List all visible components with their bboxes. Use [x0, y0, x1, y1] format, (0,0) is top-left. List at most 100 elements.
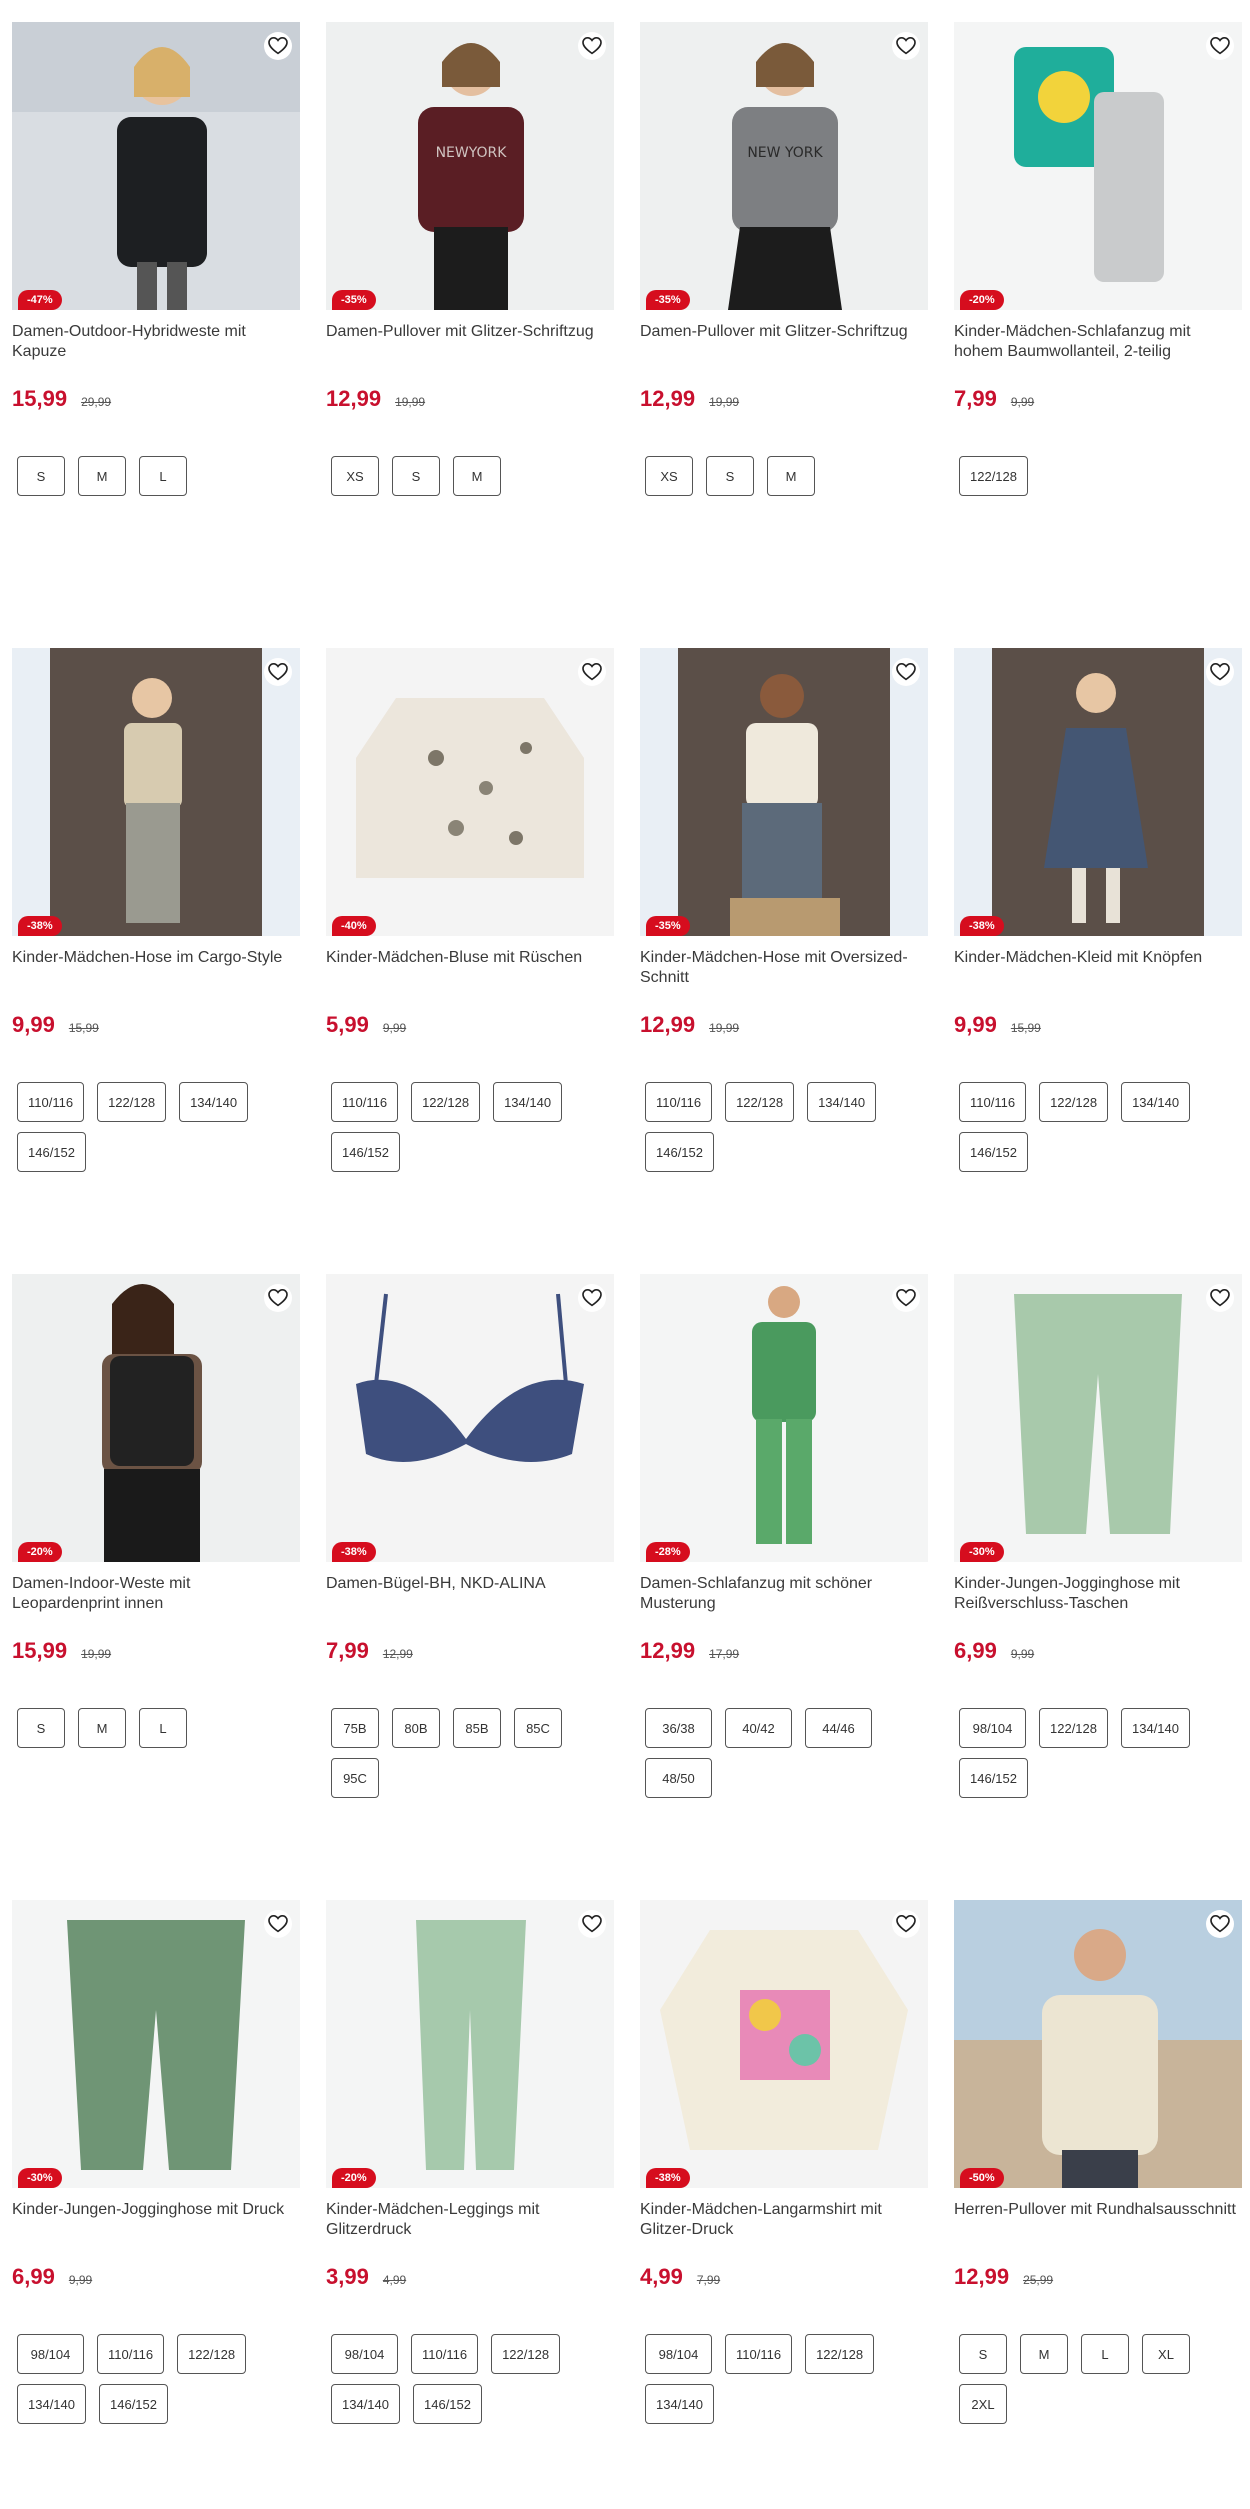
product-title[interactable]: Kinder-Mädchen-Bluse mit Rüschen: [326, 948, 614, 990]
size-option-button[interactable]: XS: [645, 456, 693, 496]
size-option-button[interactable]: 146/152: [645, 1132, 714, 1172]
size-option-button[interactable]: 146/152: [331, 1132, 400, 1172]
wishlist-heart-icon[interactable]: [892, 658, 920, 686]
product-image[interactable]: -20%: [12, 1274, 300, 1562]
size-option-button[interactable]: 122/128: [725, 1082, 795, 1122]
wishlist-heart-icon[interactable]: [1206, 1910, 1234, 1938]
size-option-button[interactable]: 122/128: [411, 1082, 481, 1122]
product-title[interactable]: Damen-Bügel-BH, NKD-ALINA: [326, 1574, 614, 1616]
product-card[interactable]: -38% Kinder-Mädchen-Hose im Cargo-Style …: [12, 648, 300, 1182]
product-card[interactable]: -30% Kinder-Jungen-Jogginghose mit Druck…: [12, 1900, 300, 2434]
size-option-button[interactable]: 98/104: [959, 1708, 1026, 1748]
size-option-button[interactable]: S: [392, 456, 440, 496]
product-card[interactable]: -28% Damen-Schlafanzug mit schöner Muste…: [640, 1274, 928, 1808]
product-image[interactable]: NEWYORK -35%: [326, 22, 614, 310]
size-option-button[interactable]: S: [959, 2334, 1007, 2374]
size-option-button[interactable]: M: [453, 456, 501, 496]
size-option-button[interactable]: 146/152: [99, 2384, 168, 2424]
size-option-button[interactable]: 110/116: [97, 2334, 165, 2374]
size-option-button[interactable]: 98/104: [331, 2334, 398, 2374]
product-title[interactable]: Kinder-Mädchen-Hose im Cargo-Style: [12, 948, 300, 990]
size-option-button[interactable]: L: [1081, 2334, 1129, 2374]
product-title[interactable]: Damen-Pullover mit Glitzer-Schriftzug: [326, 322, 614, 364]
size-option-button[interactable]: 48/50: [645, 1758, 712, 1798]
size-option-button[interactable]: 98/104: [17, 2334, 84, 2374]
product-card[interactable]: -50% Herren-Pullover mit Rundhalsausschn…: [954, 1900, 1242, 2434]
size-option-button[interactable]: 134/140: [17, 2384, 86, 2424]
product-title[interactable]: Damen-Indoor-Weste mit Leopardenprint in…: [12, 1574, 300, 1616]
size-option-button[interactable]: 146/152: [413, 2384, 482, 2424]
size-option-button[interactable]: 134/140: [493, 1082, 563, 1122]
product-card[interactable]: -30% Kinder-Jungen-Jogginghose mit Reißv…: [954, 1274, 1242, 1808]
product-title[interactable]: Damen-Outdoor-Hybridweste mit Kapuze: [12, 322, 300, 364]
product-card[interactable]: -47% Damen-Outdoor-Hybridweste mit Kapuz…: [12, 22, 300, 506]
product-image[interactable]: NEW YORK -35%: [640, 22, 928, 310]
product-card[interactable]: -20% Damen-Indoor-Weste mit Leopardenpri…: [12, 1274, 300, 1758]
size-option-button[interactable]: 110/116: [331, 1082, 399, 1122]
size-option-button[interactable]: L: [139, 456, 187, 496]
size-option-button[interactable]: 110/116: [725, 2334, 793, 2374]
wishlist-heart-icon[interactable]: [1206, 658, 1234, 686]
size-option-button[interactable]: 95C: [331, 1758, 379, 1798]
wishlist-heart-icon[interactable]: [578, 1910, 606, 1938]
product-image[interactable]: -30%: [954, 1274, 1242, 1562]
product-image[interactable]: -35%: [640, 648, 928, 936]
product-card[interactable]: -40% Kinder-Mädchen-Bluse mit Rüschen 5,…: [326, 648, 614, 1182]
size-option-button[interactable]: 134/140: [645, 2384, 714, 2424]
wishlist-heart-icon[interactable]: [264, 1910, 292, 1938]
size-option-button[interactable]: M: [767, 456, 815, 496]
size-option-button[interactable]: 110/116: [411, 2334, 479, 2374]
product-image[interactable]: -38%: [954, 648, 1242, 936]
size-option-button[interactable]: 134/140: [331, 2384, 400, 2424]
product-image[interactable]: -50%: [954, 1900, 1242, 2188]
size-option-button[interactable]: 80B: [392, 1708, 440, 1748]
size-option-button[interactable]: 110/116: [959, 1082, 1027, 1122]
size-option-button[interactable]: XS: [331, 456, 379, 496]
wishlist-heart-icon[interactable]: [1206, 1284, 1234, 1312]
size-option-button[interactable]: 122/128: [805, 2334, 875, 2374]
product-card[interactable]: NEWYORK -35% Damen-Pullover mit Glitzer-…: [326, 22, 614, 506]
size-option-button[interactable]: 122/128: [1039, 1708, 1108, 1748]
product-title[interactable]: Kinder-Mädchen-Langarmshirt mit Glitzer-…: [640, 2200, 928, 2242]
wishlist-heart-icon[interactable]: [892, 1284, 920, 1312]
product-image[interactable]: -38%: [326, 1274, 614, 1562]
product-card[interactable]: -38% Kinder-Mädchen-Kleid mit Knöpfen 9,…: [954, 648, 1242, 1182]
size-option-button[interactable]: M: [78, 456, 126, 496]
product-image[interactable]: -38%: [12, 648, 300, 936]
wishlist-heart-icon[interactable]: [578, 1284, 606, 1312]
wishlist-heart-icon[interactable]: [264, 1284, 292, 1312]
size-option-button[interactable]: 110/116: [17, 1082, 85, 1122]
size-option-button[interactable]: 110/116: [645, 1082, 713, 1122]
size-option-button[interactable]: 134/140: [179, 1082, 249, 1122]
product-title[interactable]: Damen-Pullover mit Glitzer-Schriftzug: [640, 322, 928, 364]
product-card[interactable]: -38% Kinder-Mädchen-Langarmshirt mit Gli…: [640, 1900, 928, 2434]
product-title[interactable]: Kinder-Mädchen-Hose mit Oversized-Schnit…: [640, 948, 928, 990]
size-option-button[interactable]: 2XL: [959, 2384, 1007, 2424]
size-option-button[interactable]: 134/140: [1121, 1708, 1190, 1748]
wishlist-heart-icon[interactable]: [578, 32, 606, 60]
size-option-button[interactable]: 85C: [514, 1708, 562, 1748]
size-option-button[interactable]: 146/152: [959, 1758, 1028, 1798]
product-title[interactable]: Kinder-Jungen-Jogginghose mit Druck: [12, 2200, 300, 2242]
size-option-button[interactable]: 122/128: [491, 2334, 561, 2374]
product-title[interactable]: Kinder-Jungen-Jogginghose mit Reißversch…: [954, 1574, 1242, 1616]
product-card[interactable]: -38% Damen-Bügel-BH, NKD-ALINA 7,99 12,9…: [326, 1274, 614, 1808]
product-image[interactable]: -28%: [640, 1274, 928, 1562]
size-option-button[interactable]: 36/38: [645, 1708, 712, 1748]
product-image[interactable]: -20%: [954, 22, 1242, 310]
size-option-button[interactable]: 98/104: [645, 2334, 712, 2374]
size-option-button[interactable]: 146/152: [17, 1132, 86, 1172]
wishlist-heart-icon[interactable]: [264, 32, 292, 60]
size-option-button[interactable]: 122/128: [177, 2334, 247, 2374]
product-image[interactable]: -47%: [12, 22, 300, 310]
product-title[interactable]: Kinder-Mädchen-Kleid mit Knöpfen: [954, 948, 1242, 990]
wishlist-heart-icon[interactable]: [892, 1910, 920, 1938]
product-image[interactable]: -20%: [326, 1900, 614, 2188]
product-card[interactable]: -35% Kinder-Mädchen-Hose mit Oversized-S…: [640, 648, 928, 1182]
product-title[interactable]: Herren-Pullover mit Rundhalsausschnitt: [954, 2200, 1242, 2242]
product-image[interactable]: -38%: [640, 1900, 928, 2188]
size-option-button[interactable]: 122/128: [1039, 1082, 1109, 1122]
size-option-button[interactable]: 40/42: [725, 1708, 792, 1748]
product-title[interactable]: Damen-Schlafanzug mit schöner Musterung: [640, 1574, 928, 1616]
product-card[interactable]: NEW YORK -35% Damen-Pullover mit Glitzer…: [640, 22, 928, 506]
